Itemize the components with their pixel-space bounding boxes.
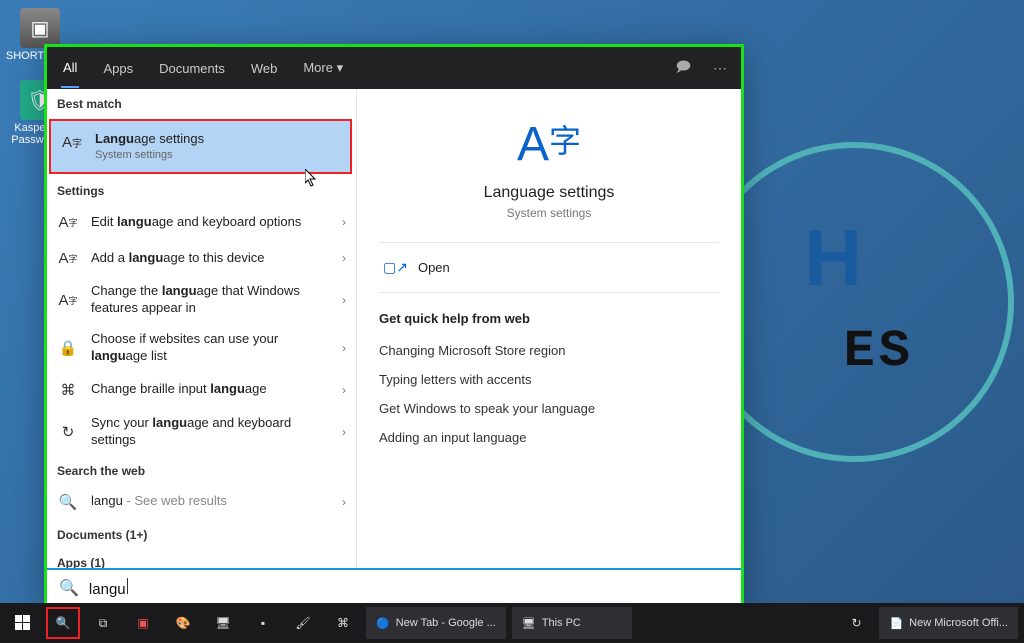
taskbar: 🔍 ⧉ ▣ 🎨 🖥 ▪ 🖌 ⌘ 🔵 New Tab - Google ... 🖥… bbox=[0, 603, 1024, 643]
search-input[interactable]: langu bbox=[89, 578, 729, 598]
task-view-button[interactable]: ⧉ bbox=[86, 607, 120, 639]
section-settings: Settings bbox=[47, 176, 356, 204]
taskbar-pinned-app[interactable]: 🎨 bbox=[166, 607, 200, 639]
detail-header: A字 Language settings System settings bbox=[379, 117, 719, 243]
result-subtitle: System settings bbox=[95, 148, 340, 162]
taskbar-pinned-app[interactable]: 🖌 bbox=[286, 607, 320, 639]
more-options-icon[interactable]: ⋯ bbox=[713, 60, 727, 77]
chrome-icon: 🔵 bbox=[376, 617, 390, 630]
quick-link-speak-language[interactable]: Get Windows to speak your language bbox=[379, 394, 719, 423]
search-header: All Apps Documents Web More ▾ 🗩 ⋯ bbox=[47, 47, 741, 89]
chevron-right-icon: › bbox=[342, 341, 346, 355]
accessibility-icon: ⌘ bbox=[57, 379, 79, 401]
taskbar-app-label: New Microsoft Offi... bbox=[909, 617, 1008, 629]
chevron-right-icon: › bbox=[342, 293, 346, 307]
search-input-row[interactable]: 🔍 langu bbox=[47, 568, 741, 606]
search-icon: 🔍 bbox=[57, 491, 79, 513]
section-search-web: Search the web bbox=[47, 456, 356, 484]
tab-all[interactable]: All bbox=[61, 49, 79, 88]
taskbar-app-chrome[interactable]: 🔵 New Tab - Google ... bbox=[366, 607, 506, 639]
result-add-language[interactable]: A字 Add a language to this device › bbox=[47, 240, 356, 276]
quick-link-input-language[interactable]: Adding an input language bbox=[379, 423, 719, 452]
tab-apps[interactable]: Apps bbox=[101, 50, 135, 87]
result-language-settings[interactable]: A字 Language settings System settings bbox=[49, 119, 352, 174]
tab-web[interactable]: Web bbox=[249, 50, 280, 87]
app-icon: ⌘ bbox=[337, 616, 349, 630]
section-documents: Documents (1+) bbox=[47, 520, 356, 548]
chevron-right-icon: › bbox=[342, 383, 346, 397]
language-icon: A字 bbox=[57, 211, 79, 233]
quick-help-title: Get quick help from web bbox=[379, 311, 719, 326]
doc-icon: 📄 bbox=[889, 617, 903, 630]
taskbar-search-button[interactable]: 🔍 bbox=[46, 607, 80, 639]
taskbar-app-label: New Tab - Google ... bbox=[396, 617, 496, 629]
app-icon: ▪ bbox=[261, 616, 265, 630]
app-icon: ▣ bbox=[137, 616, 148, 630]
taskbar-app-office[interactable]: 📄 New Microsoft Offi... bbox=[879, 607, 1018, 639]
language-icon: A字 bbox=[61, 131, 83, 153]
result-edit-language-keyboard[interactable]: A字 Edit language and keyboard options › bbox=[47, 204, 356, 240]
result-braille-language[interactable]: ⌘ Change braille input language › bbox=[47, 372, 356, 408]
result-sync-language[interactable]: ↻ Sync your language and keyboard settin… bbox=[47, 408, 356, 456]
section-apps: Apps (1) bbox=[47, 548, 356, 568]
feedback-icon[interactable]: 🗩 bbox=[675, 56, 691, 80]
search-results-list: Best match A字 Language settings System s… bbox=[47, 89, 357, 568]
palette-icon: 🎨 bbox=[176, 616, 191, 630]
chevron-right-icon: › bbox=[342, 251, 346, 265]
detail-subtitle: System settings bbox=[379, 206, 719, 220]
app-icon: 🖌 bbox=[295, 616, 310, 630]
language-icon: A字 bbox=[57, 247, 79, 269]
start-button[interactable] bbox=[6, 607, 40, 639]
search-icon: 🔍 bbox=[56, 616, 71, 630]
tray-icon[interactable]: ↻ bbox=[839, 607, 873, 639]
language-large-icon: A字 bbox=[379, 117, 719, 172]
pc-icon: 🖥 bbox=[522, 617, 536, 630]
taskbar-pinned-app[interactable]: ▣ bbox=[126, 607, 160, 639]
chevron-right-icon: › bbox=[342, 495, 346, 509]
tab-more[interactable]: More ▾ bbox=[301, 49, 345, 87]
sync-icon: ↻ bbox=[57, 421, 79, 443]
quick-link-accents[interactable]: Typing letters with accents bbox=[379, 365, 719, 394]
taskbar-pinned-app[interactable]: ⌘ bbox=[326, 607, 360, 639]
search-icon: 🔍 bbox=[59, 578, 79, 598]
app-icon: 🖥 bbox=[215, 616, 230, 630]
sync-icon: ↻ bbox=[851, 616, 861, 630]
result-change-language[interactable]: A字 Change the language that Windows feat… bbox=[47, 276, 356, 324]
taskbar-app-explorer[interactable]: 🖥 This PC bbox=[512, 607, 632, 639]
chevron-right-icon: › bbox=[342, 215, 346, 229]
open-icon: ▢↗ bbox=[383, 259, 408, 276]
language-icon: A字 bbox=[57, 289, 79, 311]
lock-icon: 🔒 bbox=[57, 337, 79, 359]
result-website-language[interactable]: 🔒 Choose if websites can use your langua… bbox=[47, 324, 356, 372]
task-view-icon: ⧉ bbox=[99, 616, 108, 631]
search-results-panel: All Apps Documents Web More ▾ 🗩 ⋯ Best m… bbox=[44, 44, 744, 609]
taskbar-app-label: This PC bbox=[542, 617, 581, 629]
taskbar-pinned-app[interactable]: ▪ bbox=[246, 607, 280, 639]
detail-title: Language settings bbox=[379, 184, 719, 202]
action-open[interactable]: ▢↗ Open bbox=[379, 243, 719, 293]
tab-documents[interactable]: Documents bbox=[157, 50, 227, 87]
section-best-match: Best match bbox=[47, 89, 356, 117]
result-web-search[interactable]: 🔍 langu - See web results › bbox=[47, 484, 356, 520]
result-title: Language settings bbox=[95, 131, 340, 148]
search-detail-pane: A字 Language settings System settings ▢↗ … bbox=[357, 89, 741, 568]
taskbar-pinned-app[interactable]: 🖥 bbox=[206, 607, 240, 639]
action-label: Open bbox=[418, 260, 450, 275]
chevron-right-icon: › bbox=[342, 425, 346, 439]
quick-link-store-region[interactable]: Changing Microsoft Store region bbox=[379, 336, 719, 365]
folder-icon: ▣ bbox=[20, 8, 60, 48]
